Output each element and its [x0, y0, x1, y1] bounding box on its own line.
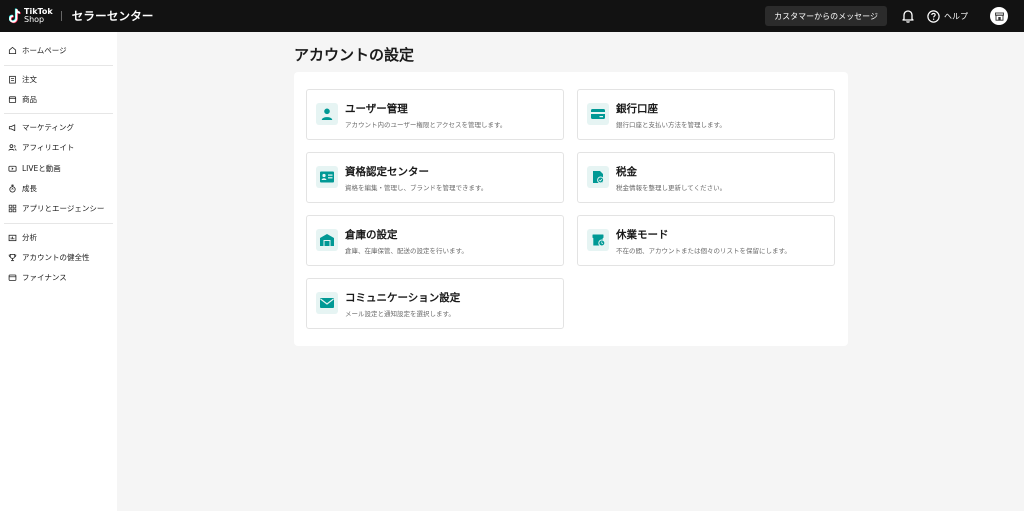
sidebar-item-orders[interactable]: 注文 — [0, 70, 117, 88]
card-description: メール設定と通知設定を選択します。 — [345, 310, 455, 318]
sidebar-item-label: LIVEと動画 — [22, 163, 61, 173]
shop-avatar[interactable] — [990, 7, 1008, 25]
logo-wordmark: TikTok Shop — [24, 8, 53, 24]
sidebar-item-label: アカウントの健全性 — [22, 252, 90, 262]
page-title: アカウントの設定 — [294, 46, 415, 64]
sidebar-item-label: マーケティング — [22, 122, 74, 132]
store-clock-icon — [587, 229, 609, 251]
card-title: 資格認定センター — [345, 166, 429, 178]
store-icon — [994, 12, 1004, 21]
card-description: アカウント内のユーザー権限とアクセスを管理します。 — [345, 121, 507, 129]
card-title: 銀行口座 — [616, 103, 658, 115]
users-icon — [8, 143, 17, 151]
card-description: 資格を編集・管理し、ブランドを管理できます。 — [345, 184, 488, 192]
sidebar-divider — [4, 113, 113, 114]
card-title: ユーザー管理 — [345, 103, 408, 115]
communication-settings-card[interactable]: コミュニケーション設定 メール設定と通知設定を選択します。 — [306, 278, 564, 329]
sidebar-item-live-video[interactable]: LIVEと動画 — [0, 159, 117, 177]
card-description: 税金情報を整理し更新してください。 — [616, 184, 727, 192]
wallet-icon — [8, 274, 17, 281]
tiktok-logo-icon — [8, 8, 21, 24]
sidebar-item-finance[interactable]: ファイナンス — [0, 268, 117, 286]
sidebar-nav: ホームページ 注文 商品 マーケティング アフィリエイト LIVEと動画 成長 … — [0, 32, 117, 511]
sidebar-item-home[interactable]: ホームページ — [0, 41, 117, 59]
vacation-mode-card[interactable]: 休業モード 不在の間、アカウントまたは個々のリストを保留にします。 — [577, 215, 835, 266]
video-icon — [8, 165, 17, 172]
sidebar-item-label: 成長 — [22, 183, 37, 193]
sidebar-item-products[interactable]: 商品 — [0, 90, 117, 108]
sidebar-item-growth[interactable]: 成長 — [0, 179, 117, 197]
sidebar-item-label: ファイナンス — [22, 272, 67, 282]
sidebar-item-label: 分析 — [22, 232, 37, 242]
card-description: 不在の間、アカウントまたは個々のリストを保留にします。 — [616, 247, 791, 255]
sidebar-item-label: アフィリエイト — [22, 142, 75, 152]
card-description: 銀行口座と支払い方法を管理します。 — [616, 121, 726, 129]
top-header: TikTok Shop セラーセンター カスタマーからのメッセージ ヘルプ — [0, 0, 1024, 32]
tax-document-icon — [587, 166, 609, 188]
app-title: セラーセンター — [71, 9, 154, 23]
header-actions: カスタマーからのメッセージ ヘルプ — [765, 0, 1024, 32]
megaphone-icon — [8, 123, 16, 131]
sidebar-item-analytics[interactable]: 分析 — [0, 228, 117, 246]
user-icon — [316, 103, 338, 125]
sidebar-item-label: 注文 — [22, 74, 37, 84]
card-description: 倉庫、在庫保管、配送の設定を行います。 — [345, 247, 468, 255]
sidebar-item-apps-agencies[interactable]: アプリとエージェンシー — [0, 199, 117, 217]
sidebar-item-label: ホームページ — [22, 45, 67, 55]
bell-icon[interactable] — [900, 8, 916, 24]
sidebar-item-affiliate[interactable]: アフィリエイト — [0, 138, 117, 156]
apps-icon — [8, 204, 17, 212]
analytics-icon — [8, 234, 17, 241]
mail-icon — [316, 292, 338, 314]
sidebar-divider — [4, 65, 113, 66]
growth-icon — [9, 184, 16, 193]
warehouse-settings-card[interactable]: 倉庫の設定 倉庫、在庫保管、配送の設定を行います。 — [306, 215, 564, 266]
qualification-center-card[interactable]: 資格認定センター 資格を編集・管理し、ブランドを管理できます。 — [306, 152, 564, 203]
tax-card[interactable]: 税金 税金情報を整理し更新してください。 — [577, 152, 835, 203]
id-card-icon — [316, 166, 338, 188]
sidebar-item-label: 商品 — [22, 94, 37, 104]
customer-messages-button[interactable]: カスタマーからのメッセージ — [765, 6, 887, 26]
trophy-icon — [8, 253, 17, 261]
card-title: 倉庫の設定 — [345, 229, 398, 241]
settings-panel: ユーザー管理 アカウント内のユーザー権限とアクセスを管理します。 銀行口座 銀行… — [294, 72, 848, 346]
question-circle-icon — [927, 9, 940, 23]
warehouse-icon — [316, 229, 338, 251]
card-title: 休業モード — [616, 229, 669, 241]
logo-line-2: Shop — [24, 15, 45, 24]
header-divider — [60, 11, 62, 21]
sidebar-divider — [4, 223, 113, 224]
home-icon — [8, 46, 17, 54]
card-icon — [587, 103, 609, 125]
sidebar-item-marketing[interactable]: マーケティング — [0, 118, 117, 136]
card-title: コミュニケーション設定 — [345, 292, 461, 304]
tiktok-shop-logo[interactable]: TikTok Shop — [8, 8, 53, 24]
box-icon — [8, 95, 17, 103]
card-title: 税金 — [616, 166, 637, 178]
sidebar-item-account-health[interactable]: アカウントの健全性 — [0, 248, 117, 266]
help-link[interactable]: ヘルプ — [927, 9, 968, 23]
bank-account-card[interactable]: 銀行口座 銀行口座と支払い方法を管理します。 — [577, 89, 835, 140]
sidebar-item-label: アプリとエージェンシー — [22, 203, 105, 213]
clipboard-icon — [9, 75, 16, 84]
user-management-card[interactable]: ユーザー管理 アカウント内のユーザー権限とアクセスを管理します。 — [306, 89, 564, 140]
help-label: ヘルプ — [944, 11, 968, 21]
